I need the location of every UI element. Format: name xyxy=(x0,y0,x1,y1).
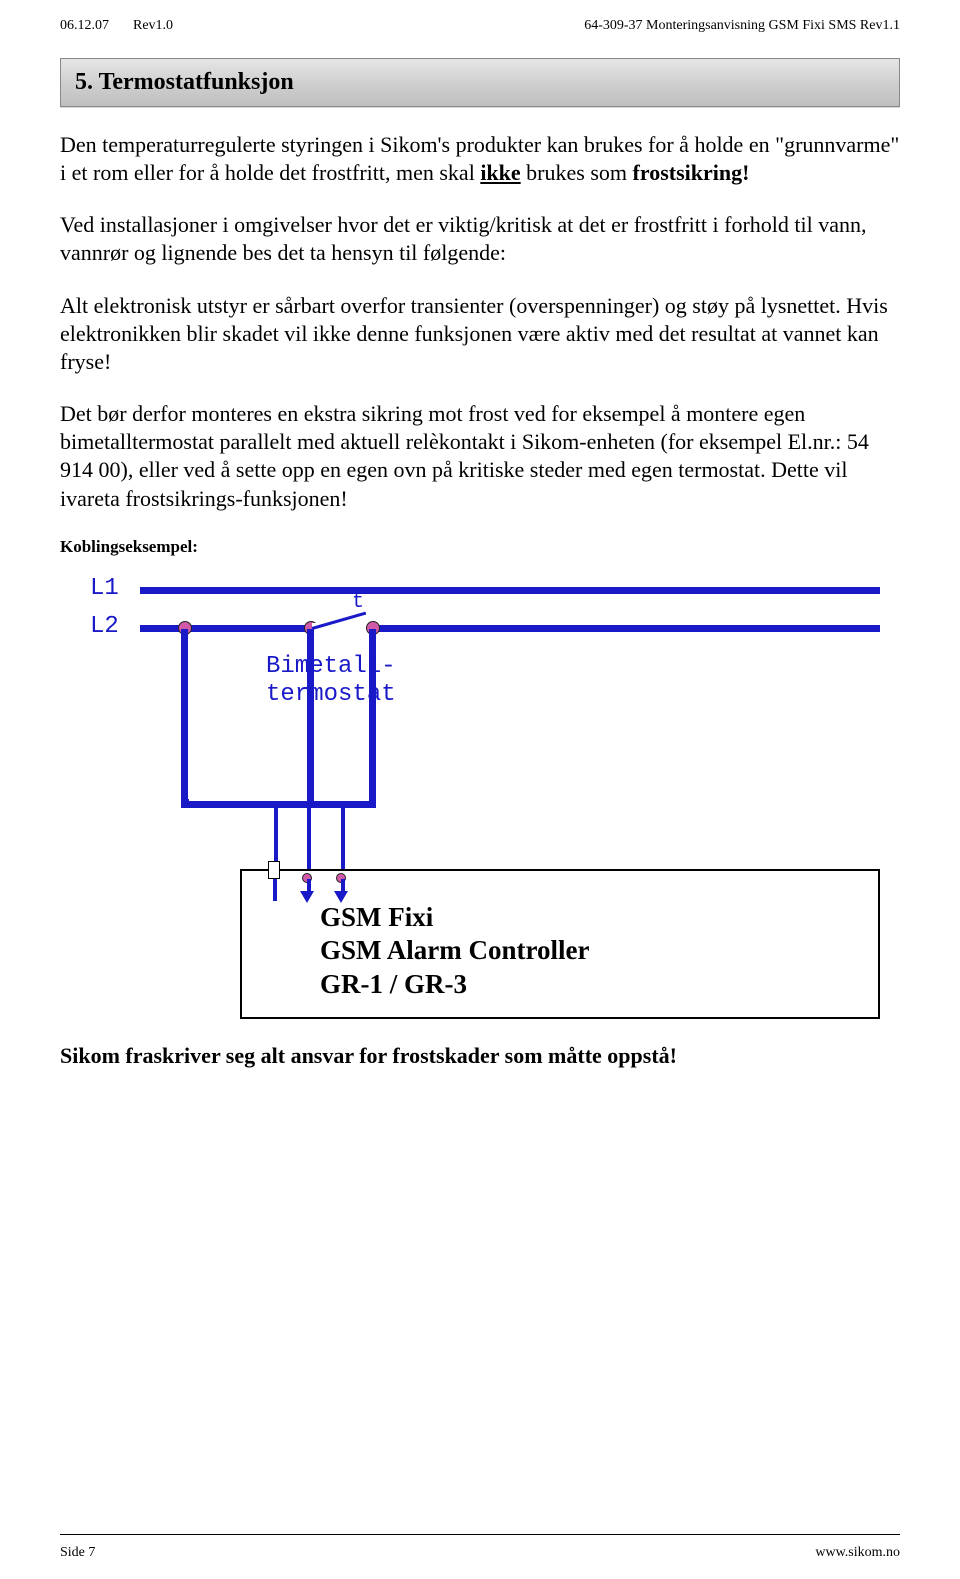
header-rev: Rev1.0 xyxy=(133,18,173,34)
header-date: 06.12.07 xyxy=(60,18,109,34)
header-title: 64-309-37 Monteringsanvisning GSM Fixi S… xyxy=(584,18,900,34)
label-t: t xyxy=(352,591,364,614)
thermostat-label-2: termostat xyxy=(266,681,396,708)
device-text: GSM Fixi GSM Alarm Controller GR-1 / GR-… xyxy=(320,901,589,1002)
paragraph-4: Det bør derfor monteres en ekstra sikrin… xyxy=(60,400,900,513)
label-l2: L2 xyxy=(90,613,119,640)
section-title-bar: 5. Termostatfunksjon xyxy=(60,58,900,107)
wire-lower-bus xyxy=(181,801,376,808)
terminal-1 xyxy=(268,861,280,879)
content: 5. Termostatfunksjon Den temperaturregul… xyxy=(0,34,960,1069)
subheading-koblingseksempel: Koblingseksempel: xyxy=(60,537,900,557)
paragraph-2: Ved installasjoner i omgivelser hvor det… xyxy=(60,211,900,267)
wire-l2 xyxy=(140,625,880,632)
footer-right: www.sikom.no xyxy=(815,1545,900,1561)
section-title: 5. Termostatfunksjon xyxy=(75,69,294,95)
stem-2 xyxy=(341,879,345,893)
stem-0 xyxy=(273,879,277,901)
page-header: 06.12.07 Rev1.0 64-309-37 Monteringsanvi… xyxy=(0,0,960,34)
stem-1 xyxy=(307,879,311,893)
p1-post: brukes som xyxy=(521,160,633,185)
page-footer: Side 7 www.sikom.no xyxy=(0,1545,960,1561)
device-line-1: GSM Fixi xyxy=(320,901,589,935)
wire-l1 xyxy=(140,587,880,594)
footer-separator xyxy=(60,1534,900,1535)
wire-drop-left xyxy=(181,629,188,805)
footer-left: Side 7 xyxy=(60,1545,95,1561)
device-line-2: GSM Alarm Controller xyxy=(320,934,589,968)
paragraph-1: Den temperaturregulerte styringen i Siko… xyxy=(60,131,900,187)
wiring-diagram: L1 L2 t Bimetall- termostat xyxy=(60,569,900,1019)
device-line-3: GR-1 / GR-3 xyxy=(320,968,589,1002)
p1-emph: ikke xyxy=(480,160,520,185)
wire-into-box-0 xyxy=(274,805,278,865)
disclaimer: Sikom fraskriver seg alt ansvar for fros… xyxy=(60,1043,900,1069)
p1-tail: frostsikring! xyxy=(633,160,750,185)
label-l1: L1 xyxy=(90,575,119,602)
paragraph-3: Alt elektronisk utstyr er sårbart overfo… xyxy=(60,292,900,376)
thermostat-label-1: Bimetall- xyxy=(266,653,396,680)
